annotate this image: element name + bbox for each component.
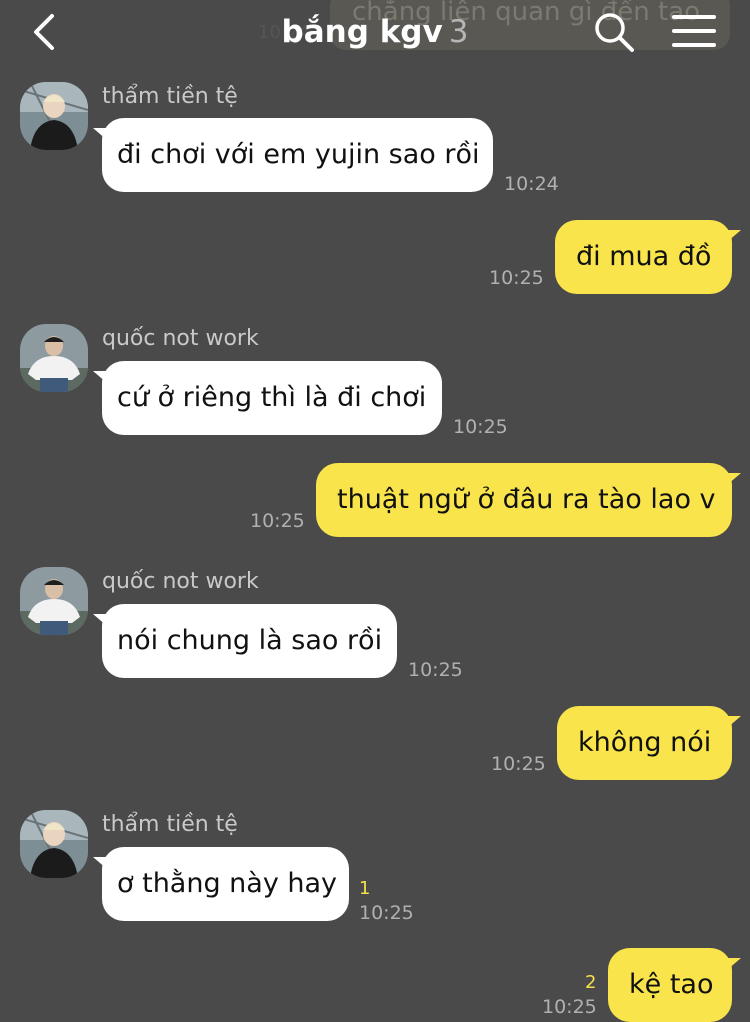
- unread-count: 2: [585, 972, 597, 993]
- message-bubble[interactable]: thuật ngữ ở đâu ra tào lao v: [316, 463, 741, 537]
- message-time: 10:25: [489, 267, 544, 289]
- message-bubble[interactable]: ơ thằng này hay: [93, 847, 349, 921]
- message-bubble[interactable]: cứ ở riêng thì là đi chơi: [93, 361, 442, 435]
- avatar[interactable]: [20, 810, 88, 878]
- message-time: 10:25: [542, 996, 597, 1018]
- sender-name: thẩm tiền tệ: [102, 84, 238, 109]
- chat-header: 10:24 chẳng liên quan gì đến tao bắng kg…: [0, 0, 750, 62]
- message-time: 10:25: [408, 659, 463, 681]
- message-bubble[interactable]: không nói: [557, 706, 741, 780]
- unread-count: 1: [359, 878, 371, 899]
- avatar[interactable]: [20, 324, 88, 392]
- sender-name: thẩm tiền tệ: [102, 812, 238, 837]
- sender-name: quốc not work: [102, 569, 259, 594]
- message-bubble[interactable]: đi chơi với em yujin sao rồi: [93, 118, 493, 192]
- message-time: 10:25: [359, 902, 414, 924]
- avatar[interactable]: [20, 567, 88, 635]
- message-bubble[interactable]: nói chung là sao rồi: [93, 604, 397, 678]
- message-time: 10:24: [504, 173, 559, 195]
- avatar[interactable]: [20, 82, 88, 150]
- message-time: 10:25: [250, 510, 305, 532]
- sender-name: quốc not work: [102, 326, 259, 351]
- message-time: 10:25: [491, 753, 546, 775]
- message-time: 10:25: [453, 416, 508, 438]
- member-count: 3: [448, 14, 469, 50]
- message-bubble[interactable]: kệ tao: [608, 948, 741, 1022]
- message-bubble[interactable]: đi mua đồ: [555, 220, 741, 294]
- search-icon[interactable]: [592, 10, 636, 54]
- menu-icon[interactable]: [672, 12, 716, 50]
- chat-title: bắng kgv 3: [0, 12, 750, 52]
- chat-title-text: bắng kgv: [281, 14, 443, 50]
